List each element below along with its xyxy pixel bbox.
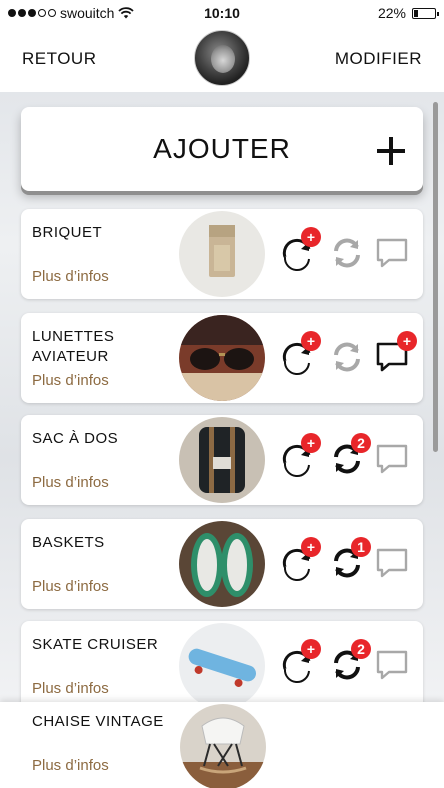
list-item[interactable]: BRIQUET Plus d’infos + [21, 209, 423, 299]
more-info-link[interactable]: Plus d’infos [32, 372, 109, 389]
back-button[interactable]: RETOUR [22, 49, 96, 69]
battery-icon [412, 7, 439, 19]
sync-icon[interactable]: 1 [327, 537, 371, 583]
item-name: BASKETS [32, 534, 105, 551]
lighter-image [179, 211, 265, 297]
swap-icon[interactable]: + [277, 433, 321, 479]
swap-badge: + [301, 433, 321, 453]
list-item[interactable]: SAC À DOS Plus d’infos + 2 [21, 415, 423, 505]
signal-strength-icon [8, 9, 56, 17]
chair-image [180, 704, 266, 788]
more-info-link[interactable]: Plus d’infos [32, 578, 109, 595]
chat-icon[interactable] [373, 645, 413, 685]
add-label: AJOUTER [153, 133, 291, 164]
list-item[interactable]: LUNETTES AVIATEUR Plus d’infos + + [21, 313, 423, 403]
battery-percent: 22% [377, 5, 406, 21]
sync-icon[interactable] [327, 233, 367, 273]
item-actions: + 1 [277, 537, 417, 587]
chat-icon[interactable] [373, 439, 413, 479]
carrier-label: swouitch [60, 5, 115, 21]
sync-badge: 2 [351, 639, 371, 659]
item-list[interactable]: AJOUTER BRIQUET Plus d’infos + LUNETTES … [0, 92, 444, 711]
backpack-image [179, 417, 265, 503]
item-name: CHAISE VINTAGE [32, 713, 164, 730]
item-actions: + [277, 227, 417, 277]
list-item[interactable]: SKATE CRUISER Plus d’infos + 2 [21, 621, 423, 711]
status-bar: swouitch 10:10 22% [0, 0, 444, 26]
sync-icon[interactable] [327, 337, 367, 377]
avatar[interactable] [194, 30, 250, 86]
chat-badge: + [397, 331, 417, 351]
item-name: SAC À DOS [32, 430, 119, 447]
more-info-link[interactable]: Plus d’infos [32, 474, 109, 491]
plus-icon [377, 137, 405, 165]
status-right: 22% [377, 5, 439, 21]
item-name: LUNETTES AVIATEUR [32, 328, 115, 365]
item-photo[interactable] [179, 417, 265, 503]
swap-icon[interactable]: + [277, 537, 321, 583]
more-info-link[interactable]: Plus d’infos [32, 757, 109, 774]
more-info-link[interactable]: Plus d’infos [32, 268, 109, 285]
status-left: swouitch [8, 5, 135, 21]
edit-button[interactable]: MODIFIER [335, 49, 422, 69]
swap-badge: + [301, 639, 321, 659]
more-info-link[interactable]: Plus d’infos [32, 680, 109, 697]
item-name: SKATE CRUISER [32, 636, 159, 653]
swap-icon[interactable]: + [277, 227, 321, 273]
item-actions: + 2 [277, 639, 417, 689]
sync-icon[interactable]: 2 [327, 639, 371, 685]
swap-badge: + [301, 331, 321, 351]
item-photo[interactable] [179, 521, 265, 607]
chat-icon[interactable] [373, 233, 413, 273]
item-name: BRIQUET [32, 224, 103, 241]
item-actions: + 2 [277, 433, 417, 483]
item-actions: + + [277, 331, 417, 381]
chat-icon[interactable] [373, 543, 413, 583]
sync-icon[interactable]: 2 [327, 433, 371, 479]
chat-icon[interactable]: + [373, 331, 417, 377]
add-button[interactable]: AJOUTER [21, 107, 423, 191]
swap-icon[interactable]: + [277, 331, 321, 377]
bottom-list-item[interactable]: CHAISE VINTAGE Plus d’infos [0, 702, 444, 788]
scrollbar[interactable] [433, 102, 438, 452]
list-item[interactable]: BASKETS Plus d’infos + 1 [21, 519, 423, 609]
item-photo[interactable] [179, 211, 265, 297]
status-time: 10:10 [204, 5, 240, 21]
skateboard-image [179, 623, 265, 709]
sneakers-image [179, 521, 265, 607]
item-photo[interactable] [180, 704, 266, 788]
item-photo[interactable] [179, 315, 265, 401]
sync-badge: 1 [351, 537, 371, 557]
sync-badge: 2 [351, 433, 371, 453]
sunglasses-image [179, 315, 265, 401]
wifi-icon [118, 7, 135, 19]
battery-fill [414, 9, 419, 17]
swap-badge: + [301, 227, 321, 247]
nav-bar: RETOUR MODIFIER [0, 26, 444, 92]
swap-badge: + [301, 537, 321, 557]
swap-icon[interactable]: + [277, 639, 321, 685]
item-photo[interactable] [179, 623, 265, 709]
